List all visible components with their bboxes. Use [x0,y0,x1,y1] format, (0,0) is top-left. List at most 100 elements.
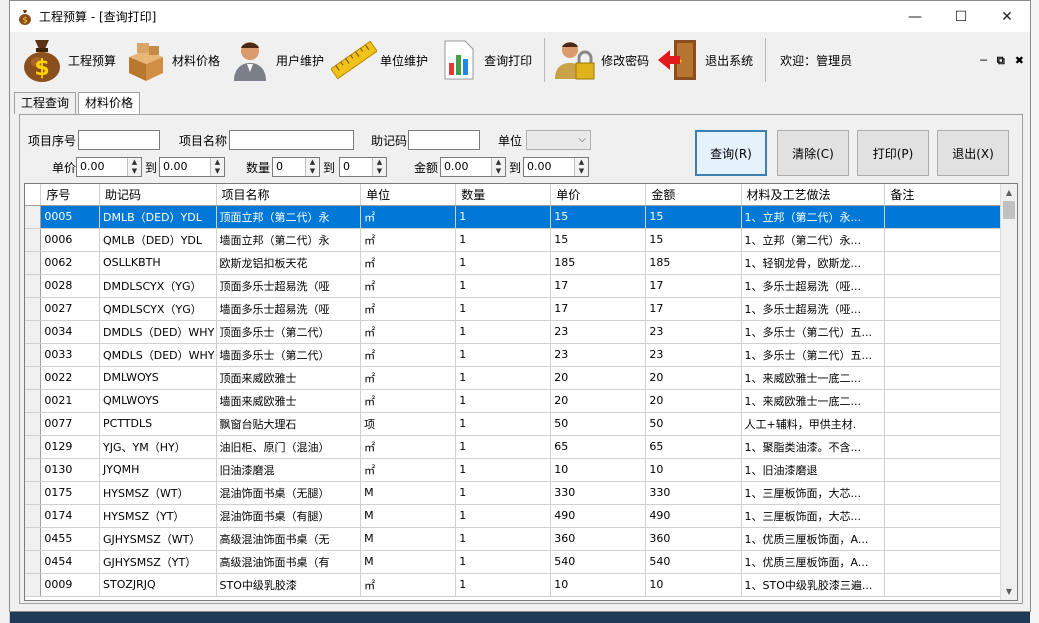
table-cell[interactable]: QMLWOYS [99,389,217,413]
table-cell[interactable]: 185 [550,251,647,275]
table-cell[interactable]: 0027 [40,297,100,321]
table-cell[interactable]: 17 [645,274,742,298]
row-header-cell[interactable] [25,274,42,298]
row-header-cell[interactable] [25,205,42,229]
table-cell[interactable]: 0033 [40,343,100,367]
table-cell[interactable]: 顶面来威欧雅士 [216,366,362,390]
table-cell[interactable]: 1、优质三厘板饰面，A... [741,550,886,574]
table-cell[interactable] [884,251,1017,275]
table-cell[interactable]: 1 [455,481,552,505]
table-cell[interactable]: ㎡ [360,366,457,390]
toolbar-unit-maintenance-button[interactable]: 单位维护 [330,34,434,86]
table-cell[interactable]: 540 [645,550,742,574]
table-row[interactable]: 0129 YJG、YM（HY） 油旧柜、原门（混油）㎡ 1 65 65 1、聚脂类油漆。不含… [25,435,1017,459]
table-cell[interactable]: 17 [645,297,742,321]
table-cell[interactable]: 1、旧油漆磨退 [741,458,886,482]
table-cell[interactable]: 1、多乐士（第二代）五... [741,320,886,344]
table-cell[interactable]: 1、立邦（第二代）永... [741,205,886,229]
table-cell[interactable]: QMDLSCYX（YG） [99,297,217,321]
table-row[interactable]: 0006 QMLB（DED）YDL 墙面立邦（第二代）永㎡ 1 15 15 1、立邦（第二代… [25,228,1017,252]
table-cell[interactable]: 490 [550,504,647,528]
table-cell[interactable]: 0455 [40,527,100,551]
table-cell[interactable]: 20 [645,366,742,390]
row-header-cell[interactable] [25,504,42,528]
spinner-arrows-icon[interactable]: ▲ ▼ [210,158,224,176]
spinner-arrows-icon[interactable]: ▲ ▼ [574,158,588,176]
table-cell[interactable]: 1、多乐士超易洗（哑... [741,297,886,321]
row-header-cell[interactable] [25,251,42,275]
table-row[interactable]: 0175 HYSMSZ（WT） 混油饰面书桌（无腿） M 1 330 330 1、三厘板饰面，… [25,481,1017,505]
table-cell[interactable]: 1、三厘板饰面，大芯... [741,504,886,528]
table-cell[interactable]: 0129 [40,435,100,459]
row-header-cell[interactable] [25,573,42,597]
toolbar-budget-button[interactable]: $ 工程预算 [18,34,122,86]
table-cell[interactable] [884,274,1017,298]
table-cell[interactable]: 0021 [40,389,100,413]
clear-button[interactable]: 清除(C) [777,130,849,176]
mdi-restore-button[interactable]: ⧉ [997,54,1005,68]
table-cell[interactable] [884,504,1017,528]
table-cell[interactable]: 50 [550,412,647,436]
table-row[interactable]: 0022 DMLWOYS 顶面来威欧雅士㎡ 1 20 20 1、来威欧雅士一底二... [25,366,1017,390]
table-cell[interactable]: 1 [455,320,552,344]
table-cell[interactable]: 0077 [40,412,100,436]
code-input[interactable] [408,130,480,150]
table-cell[interactable]: QMLB（DED）YDL [99,228,217,252]
table-cell[interactable]: 23 [645,320,742,344]
name-input[interactable] [229,130,354,150]
table-cell[interactable] [884,550,1017,574]
table-cell[interactable]: DMLB（DED）YDL [99,205,217,229]
scrollbar-thumb[interactable] [1003,201,1015,219]
toolbar-change-password-button[interactable]: 修改密码 [551,34,655,86]
table-row[interactable]: 0130 JYQMH 旧油漆磨混㎡ 1 10 10 1、旧油漆磨退 [25,458,1017,482]
table-cell[interactable]: YJG、YM（HY） [99,435,217,459]
qty-from-spinner[interactable]: 0 ▲ ▼ [272,157,320,177]
table-cell[interactable]: 1、聚脂类油漆。不含... [741,435,886,459]
table-cell[interactable] [884,389,1017,413]
table-cell[interactable]: 10 [645,458,742,482]
spinner-arrows-icon[interactable]: ▲ ▼ [305,158,319,176]
table-cell[interactable]: 混油饰面书桌（无腿） [216,481,362,505]
table-cell[interactable]: 20 [645,389,742,413]
scroll-up-icon[interactable]: ▲ [1001,184,1017,201]
tab-project-query[interactable]: 工程查询 [14,92,77,114]
table-cell[interactable]: 1 [455,412,552,436]
table-cell[interactable]: 360 [645,527,742,551]
table-cell[interactable]: 20 [550,366,647,390]
table-cell[interactable]: 15 [550,205,647,229]
mdi-minimize-button[interactable]: ─ [980,54,987,68]
table-cell[interactable] [884,435,1017,459]
toolbar-query-print-button[interactable]: 查询打印 [434,34,538,86]
table-cell[interactable]: GJHYSMSZ（WT） [99,527,217,551]
table-row[interactable]: 0009 STOZJRJQ STO中级乳胶漆㎡ 1 10 10 1、STO中级乳胶漆三遍..… [25,573,1017,597]
table-cell[interactable]: ㎡ [360,297,457,321]
table-cell[interactable]: 墙面立邦（第二代）永 [216,228,362,252]
table-row[interactable]: 0174 HYSMSZ（YT） 混油饰面书桌（有腿） M 1 490 490 1、三厘板饰面，… [25,504,1017,528]
table-cell[interactable]: 1、多乐士（第二代）五... [741,343,886,367]
table-cell[interactable]: 高级混油饰面书桌（有 [216,550,362,574]
col-header-remark[interactable]: 备注 [884,184,1017,206]
table-cell[interactable]: GJHYSMSZ（YT） [99,550,217,574]
table-row[interactable]: 0455 GJHYSMSZ（WT） 高级混油饰面书桌（无 M 1 360 360 1、优质三厘… [25,527,1017,551]
table-cell[interactable]: ㎡ [360,573,457,597]
table-cell[interactable]: 顶面立邦（第二代）永 [216,205,362,229]
table-cell[interactable]: DMDLSCYX（YG） [99,274,217,298]
row-header-cell[interactable] [25,412,42,436]
table-cell[interactable]: 185 [645,251,742,275]
table-cell[interactable]: 顶面多乐士超易洗（哑 [216,274,362,298]
table-cell[interactable]: 欧斯龙铝扣板天花 [216,251,362,275]
table-cell[interactable]: 0005 [40,205,100,229]
table-cell[interactable] [884,458,1017,482]
table-cell[interactable]: JYQMH [99,458,217,482]
table-cell[interactable]: 20 [550,389,647,413]
table-cell[interactable] [884,527,1017,551]
table-cell[interactable]: 360 [550,527,647,551]
table-cell[interactable]: 墙面来威欧雅士 [216,389,362,413]
table-cell[interactable]: ㎡ [360,251,457,275]
table-cell[interactable]: 1 [455,573,552,597]
table-cell[interactable]: 1 [455,435,552,459]
table-cell[interactable]: 1 [455,550,552,574]
qty-to-spinner[interactable]: 0 ▲ ▼ [339,157,387,177]
table-cell[interactable]: 混油饰面书桌（有腿） [216,504,362,528]
table-cell[interactable]: PCTTDLS [99,412,217,436]
